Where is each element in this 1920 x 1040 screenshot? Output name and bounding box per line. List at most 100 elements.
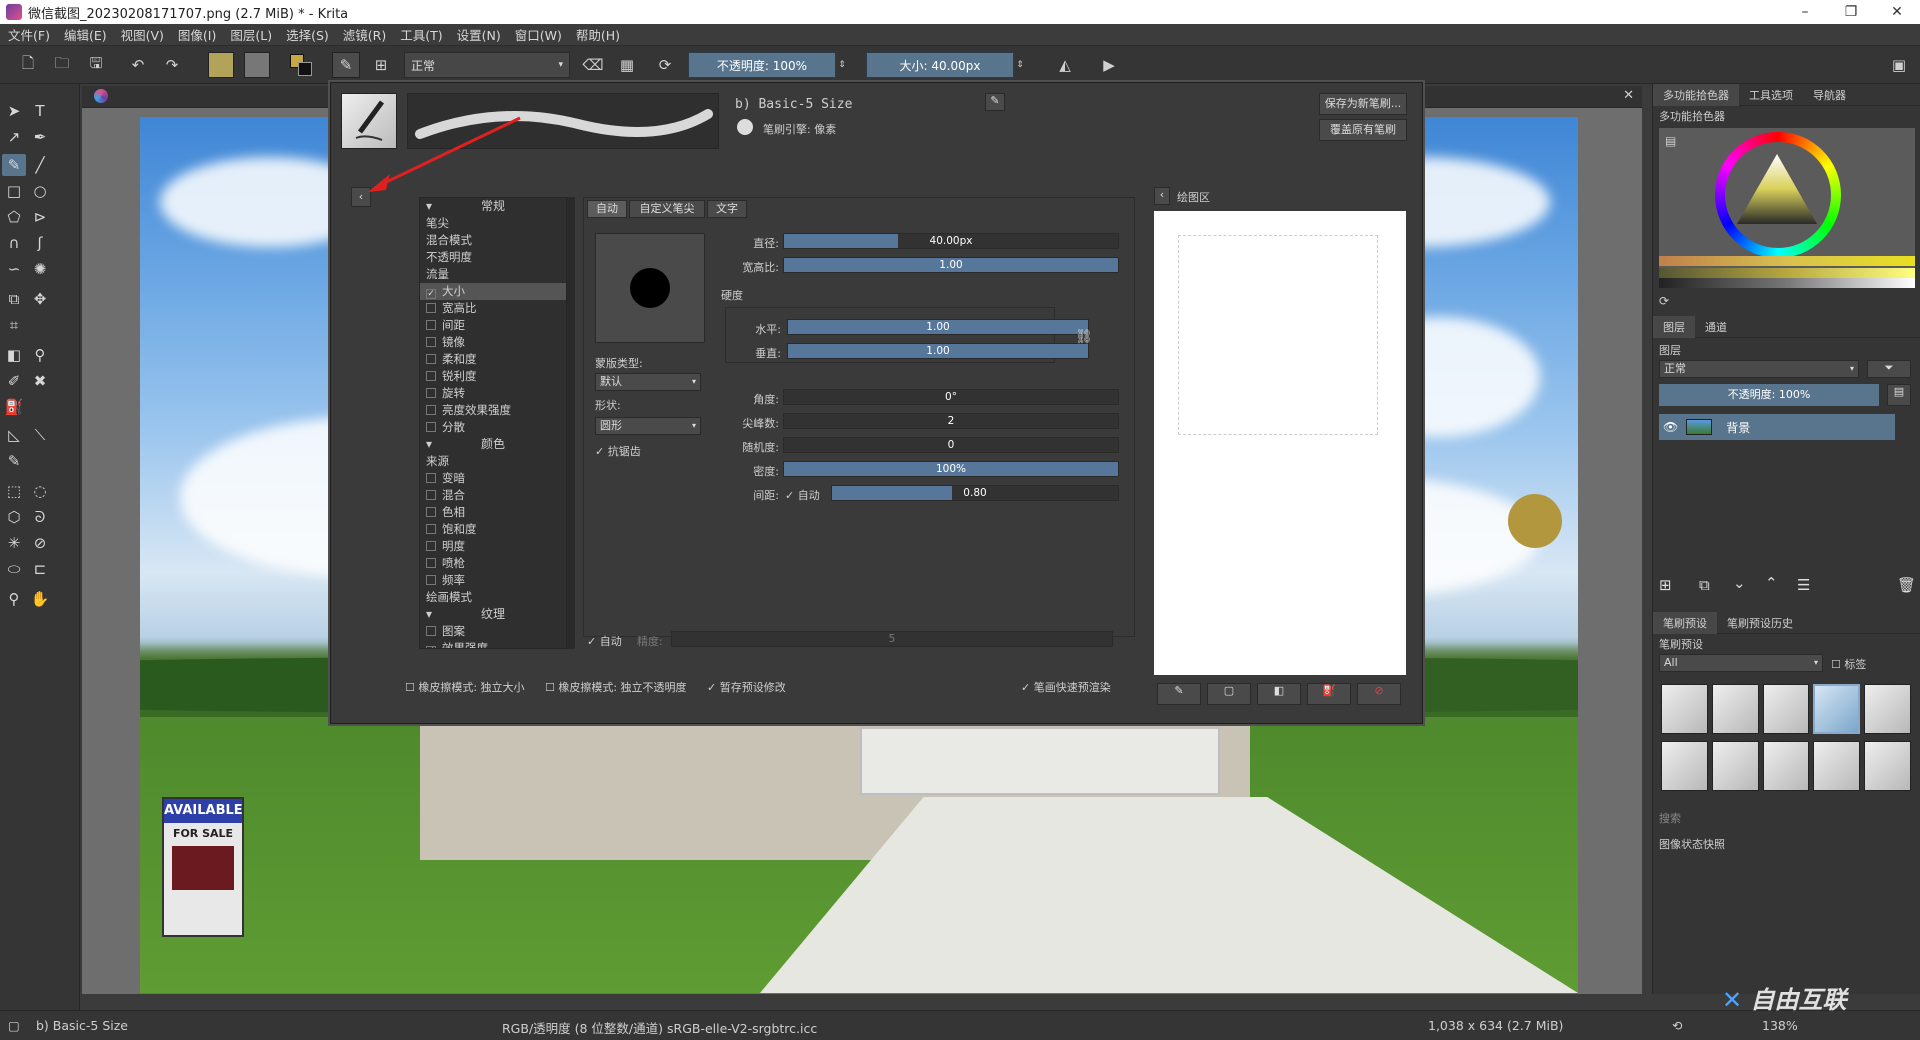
- preset-tile[interactable]: [1711, 741, 1759, 791]
- option-checkbox-item[interactable]: ✓效果强度: [420, 640, 566, 648]
- horizontal-slider[interactable]: 1.00: [787, 319, 1089, 335]
- zoom-tool-icon[interactable]: ⚲: [2, 588, 26, 610]
- tab-color-selector[interactable]: 多功能拾色器: [1653, 83, 1739, 106]
- link-aspect-icon[interactable]: ⛓: [1075, 329, 1093, 345]
- document-tab-icon[interactable]: [94, 89, 108, 103]
- option-section-header[interactable]: ▾ 颜色: [420, 436, 566, 453]
- bezier-select-icon[interactable]: ⬭: [2, 558, 26, 580]
- duplicate-layer-icon[interactable]: ⧉: [1699, 576, 1710, 594]
- maximize-button[interactable]: ❐: [1828, 0, 1874, 24]
- bezier-tool-icon[interactable]: ∩: [2, 232, 26, 254]
- option-checkbox-item[interactable]: 明度: [420, 538, 566, 555]
- menu-filter[interactable]: 滤镜(R): [343, 25, 386, 44]
- pattern-swatch[interactable]: [244, 52, 270, 78]
- vertical-slider[interactable]: 1.00: [787, 343, 1089, 359]
- preset-tag-button[interactable]: ☐ 标签: [1831, 656, 1866, 672]
- gradient-swatch[interactable]: [208, 52, 234, 78]
- menu-select[interactable]: 选择(S): [286, 25, 329, 44]
- move-layer-up-icon[interactable]: ⌃: [1765, 574, 1778, 592]
- layer-filter-icon[interactable]: ⏷: [1867, 360, 1911, 378]
- option-checkbox-item[interactable]: 变暗: [420, 470, 566, 487]
- gradient-tool-icon[interactable]: ◧: [2, 344, 26, 366]
- spacing-auto-checkbox[interactable]: ✓ 自动: [785, 487, 820, 503]
- save-new-preset-button[interactable]: 保存为新笔刷...: [1319, 93, 1407, 115]
- angle-slider[interactable]: 0°: [783, 389, 1119, 405]
- density-slider[interactable]: 100%: [783, 461, 1119, 477]
- layer-properties-icon[interactable]: ▤: [1887, 384, 1911, 406]
- option-section-header[interactable]: ▾ 常规: [420, 198, 566, 215]
- preset-tile[interactable]: [1864, 741, 1911, 791]
- select-shapes-icon[interactable]: ➤: [2, 100, 26, 122]
- measure-tool-icon[interactable]: ◺: [2, 424, 26, 446]
- color-selector-panel[interactable]: ▤: [1659, 128, 1915, 288]
- scratchpad-clear-icon[interactable]: ▢: [1207, 683, 1251, 705]
- freehand-select-icon[interactable]: ᘐ: [28, 506, 52, 528]
- freehand-path-icon[interactable]: ʃ: [28, 232, 52, 254]
- scratchpad-gradient-icon[interactable]: ◧: [1257, 683, 1301, 705]
- preset-tile[interactable]: [1711, 684, 1759, 734]
- tab-channels[interactable]: 通道: [1695, 316, 1737, 338]
- line-tool-icon[interactable]: ╱: [28, 154, 52, 176]
- option-checkbox-item[interactable]: 亮度效果强度: [420, 402, 566, 419]
- menu-tools[interactable]: 工具(T): [400, 25, 442, 44]
- fg-bg-color-selector[interactable]: [288, 52, 316, 78]
- open-folder-icon[interactable]: 🗀: [50, 52, 74, 78]
- preset-tile[interactable]: [1661, 741, 1708, 791]
- scratchpad-fill-icon[interactable]: ⛽: [1307, 683, 1351, 705]
- option-item[interactable]: 来源: [420, 453, 566, 470]
- eraser-icon[interactable]: ⌫: [580, 52, 606, 78]
- precision-slider[interactable]: 5: [671, 631, 1113, 647]
- workspace-icon[interactable]: ▣: [1886, 52, 1912, 78]
- option-checkbox-item[interactable]: 色相: [420, 504, 566, 521]
- rect-select-icon[interactable]: ⬚: [2, 480, 26, 502]
- tab-navigator[interactable]: 导航器: [1803, 84, 1856, 106]
- scratchpad-paint-icon[interactable]: ✎: [1157, 683, 1201, 705]
- option-item[interactable]: 笔尖: [420, 215, 566, 232]
- minimize-button[interactable]: –: [1782, 0, 1828, 24]
- tab-tool-options[interactable]: 工具选项: [1739, 84, 1803, 106]
- preset-tile-selected[interactable]: [1813, 684, 1861, 734]
- menu-file[interactable]: 文件(F): [8, 25, 50, 44]
- smart-patch-icon[interactable]: ✐: [2, 370, 26, 392]
- option-checkbox-item[interactable]: 饱和度: [420, 521, 566, 538]
- preset-filter-select[interactable]: All ▾: [1659, 654, 1823, 672]
- pan-tool-icon[interactable]: ✋: [28, 588, 52, 610]
- assistant-tool-icon[interactable]: ✖: [28, 370, 52, 392]
- overwrite-preset-button[interactable]: 覆盖原有笔刷: [1319, 119, 1407, 141]
- instant-preview-checkbox[interactable]: ✓ 笔画快速预渲染: [1021, 679, 1111, 695]
- tab-brush-presets[interactable]: 笔刷预设: [1653, 611, 1717, 634]
- brush-preset-icon[interactable]: ✎: [332, 52, 360, 78]
- size-slider[interactable]: 大小: 40.00px: [866, 52, 1014, 78]
- eraser-opacity-checkbox[interactable]: ☐ 橡皮擦模式: 独立不透明度: [545, 679, 687, 695]
- eraser-size-checkbox[interactable]: ☐ 橡皮擦模式: 独立大小: [405, 679, 525, 695]
- option-checkbox-item[interactable]: 频率: [420, 572, 566, 589]
- option-item[interactable]: 绘画模式: [420, 589, 566, 606]
- edit-shapes-icon[interactable]: ↗: [2, 126, 26, 148]
- brush-presets-grid-icon[interactable]: ⊞: [368, 52, 394, 78]
- collapse-scratchpad-icon[interactable]: ‹: [1154, 187, 1170, 205]
- scratchpad-reset-icon[interactable]: ⊘: [1357, 683, 1401, 705]
- option-checkbox-item[interactable]: 镜像: [420, 334, 566, 351]
- mirror-horizontal-icon[interactable]: ◭: [1052, 52, 1078, 78]
- opacity-spin-icon[interactable]: ⇕: [836, 52, 848, 78]
- tab-custom-tip[interactable]: 自定义笔尖: [629, 200, 705, 218]
- status-rotate-icon[interactable]: ⟲: [1672, 1018, 1682, 1033]
- temp-save-checkbox[interactable]: ✓ 暂存预设修改: [707, 679, 786, 695]
- option-checkbox-item[interactable]: 分散: [420, 419, 566, 436]
- color-picker-icon[interactable]: ⚲: [28, 344, 52, 366]
- polygon-select-icon[interactable]: ⬡: [2, 506, 26, 528]
- ratio-slider[interactable]: 1.00: [783, 257, 1119, 273]
- mirror-vertical-icon[interactable]: ▶: [1096, 52, 1122, 78]
- tab-layers[interactable]: 图层: [1653, 315, 1695, 338]
- new-document-icon[interactable]: 🗋: [16, 52, 40, 78]
- menu-settings[interactable]: 设置(N): [457, 25, 501, 44]
- tab-preset-history[interactable]: 笔刷预设历史: [1717, 612, 1803, 634]
- delete-layer-icon[interactable]: 🗑: [1897, 576, 1916, 594]
- dynamic-brush-icon[interactable]: ∽: [2, 258, 26, 280]
- calligraphy-icon[interactable]: ✒: [28, 126, 52, 148]
- blend-mode-select[interactable]: 正常 ▾: [404, 52, 570, 78]
- close-window-button[interactable]: ✕: [1874, 0, 1920, 24]
- layer-row-background[interactable]: 👁 背景: [1659, 414, 1895, 440]
- preset-tile[interactable]: [1762, 684, 1810, 734]
- magnetic-select-icon[interactable]: ⊏: [28, 558, 52, 580]
